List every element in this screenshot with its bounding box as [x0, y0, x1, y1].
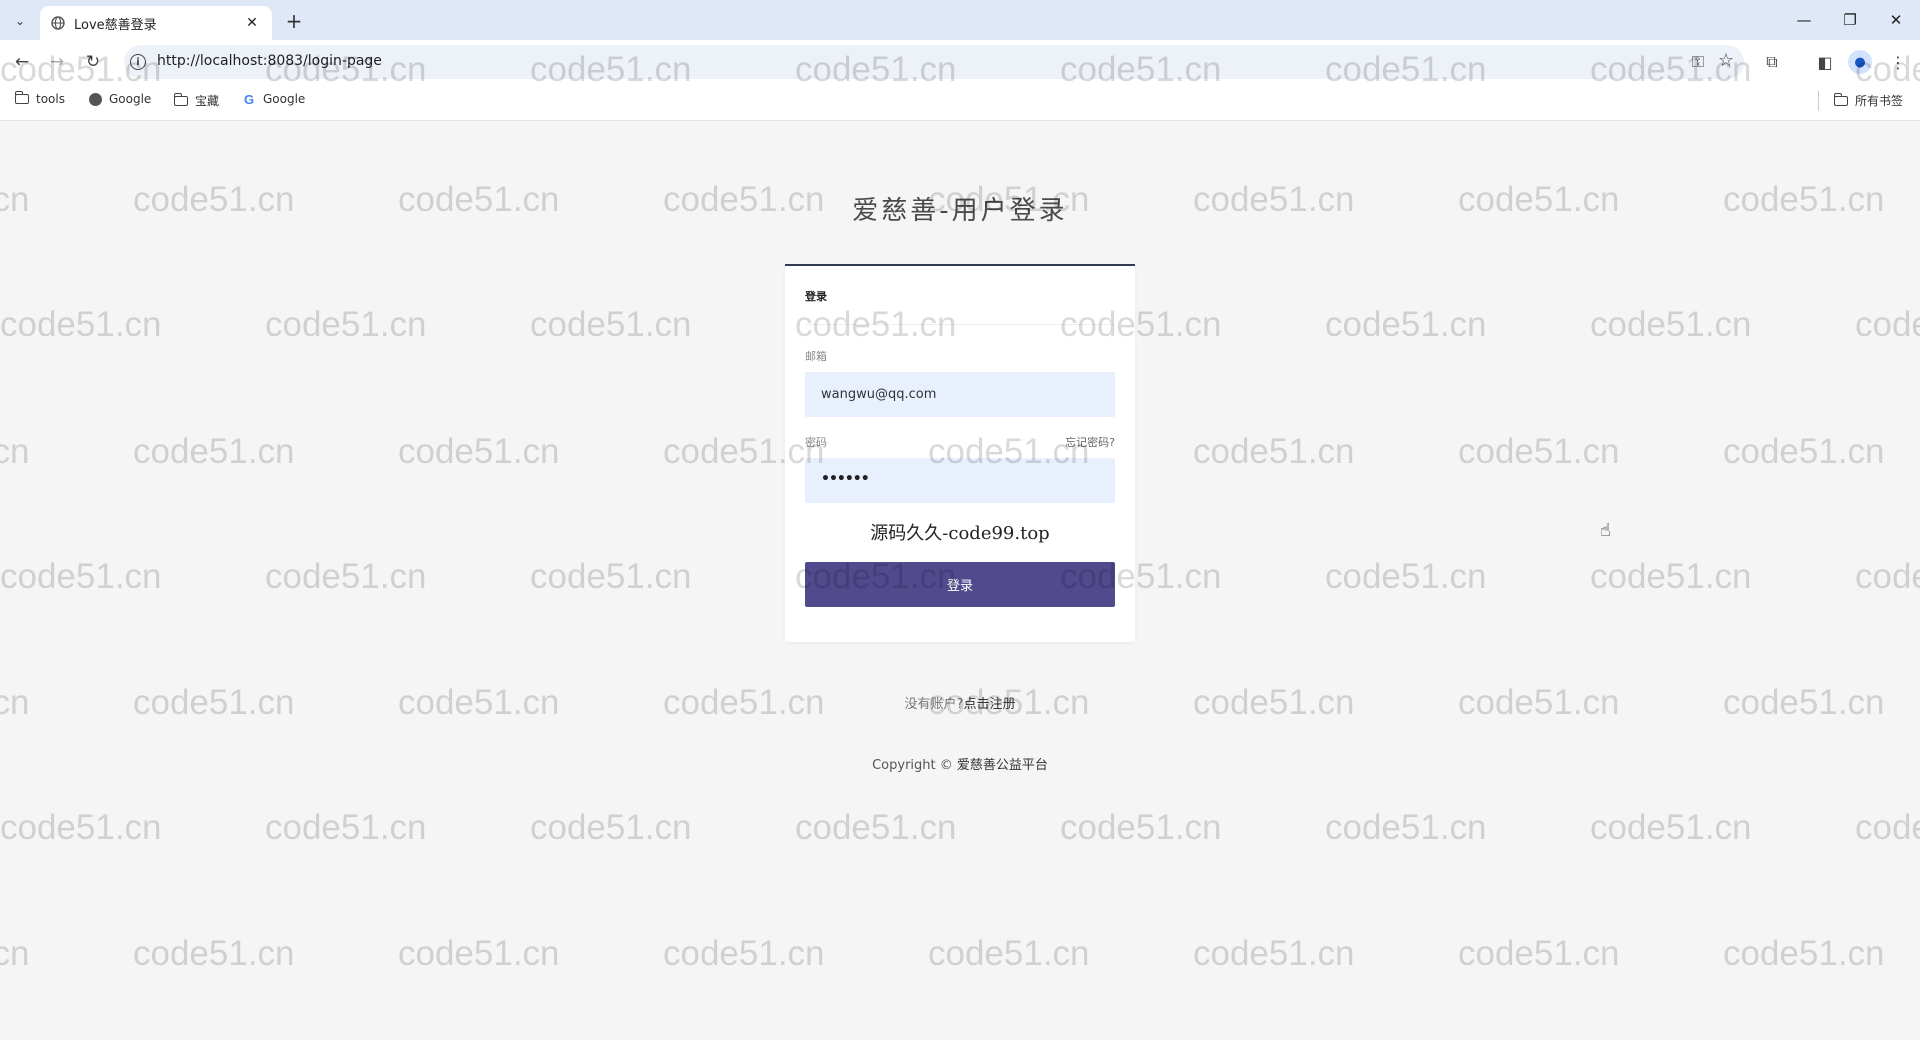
- watermark-text: code51.cn: [530, 305, 692, 344]
- bookmark-google[interactable]: Google: [87, 92, 151, 106]
- password-key-icon[interactable]: ⚿: [1692, 52, 1704, 72]
- extensions-icon[interactable]: ⧉: [1760, 50, 1784, 74]
- login-button[interactable]: 登录: [805, 562, 1115, 607]
- watermark-text: code51.cn: [1193, 432, 1355, 471]
- watermark-text: code51.cn: [1590, 305, 1752, 344]
- folder-icon: [1833, 92, 1849, 108]
- watermark-text: code51.cn: [0, 432, 30, 471]
- all-bookmarks-label: 所有书签: [1855, 94, 1904, 108]
- watermark-text: code51.cn: [928, 934, 1090, 973]
- browser-tab[interactable]: Love慈善登录 ✕: [40, 6, 272, 40]
- back-icon[interactable]: ←: [9, 49, 35, 75]
- watermark-text: code51.cn: [530, 808, 692, 847]
- folder-icon: [14, 91, 30, 106]
- folder-icon: [173, 92, 189, 108]
- password-mask: ••••••: [821, 471, 870, 487]
- watermark-text: code51.cn: [0, 305, 162, 344]
- restore-icon[interactable]: ❐: [1828, 0, 1872, 40]
- watermark-text: code51.cn: [1193, 934, 1355, 973]
- watermark-text: code51.cn: [1855, 305, 1920, 344]
- watermark-text: code51.cn: [1590, 557, 1752, 596]
- bookmark-label: tools: [36, 92, 65, 106]
- watermark-text: code51.cn: [663, 934, 825, 973]
- copyright-prefix: Copyright ©: [872, 758, 953, 773]
- copyright: Copyright © 爱慈善公益平台: [0, 754, 1920, 773]
- watermark-text: code51.cn: [265, 305, 427, 344]
- watermark-text: code51.cn: [1325, 557, 1487, 596]
- card-header: 登录: [805, 290, 827, 303]
- copyright-org: 爱慈善公益平台: [956, 758, 1048, 773]
- watermark-text: code51.cn: [0, 808, 162, 847]
- url-text[interactable]: http://localhost:8083/login-page: [157, 53, 382, 69]
- browser-tab-bar: ⌄ Love慈善登录 ✕ + — ❐ ✕: [0, 0, 1920, 40]
- all-bookmarks[interactable]: 所有书签: [1833, 92, 1903, 109]
- watermark-text: code51.cn: [1855, 557, 1920, 596]
- hand-cursor-icon: ☝: [1600, 520, 1611, 541]
- address-bar[interactable]: i http://localhost:8083/login-page ⚿ ☆: [124, 45, 1744, 79]
- watermark-text: code51.cn: [1723, 432, 1885, 471]
- watermark-text: code51.cn: [530, 557, 692, 596]
- page-title: 爱慈善-用户登录: [852, 196, 1068, 226]
- watermark-text: code51.cn: [795, 808, 957, 847]
- register-link[interactable]: 点击注册: [963, 697, 1015, 712]
- close-window-icon[interactable]: ✕: [1874, 0, 1918, 40]
- bookmark-label: Google: [109, 92, 152, 106]
- watermark-text: code51.cn: [265, 557, 427, 596]
- watermark-text: code51.cn: [1458, 934, 1620, 973]
- forward-icon[interactable]: →: [44, 49, 70, 75]
- watermark-text: code51.cn: [398, 432, 560, 471]
- bookmark-label: 宝藏: [195, 94, 220, 108]
- close-tab-icon[interactable]: ✕: [242, 13, 262, 33]
- watermark-text: code51.cn: [0, 557, 162, 596]
- bookmark-tools[interactable]: tools: [14, 91, 65, 106]
- watermark-text: code51.cn: [1855, 808, 1920, 847]
- bookmark-star-icon[interactable]: ☆: [1718, 50, 1734, 71]
- watermark-text: code51.cn: [265, 808, 427, 847]
- watermark-text: code51.cn: [1723, 934, 1885, 973]
- new-tab-icon[interactable]: +: [282, 9, 306, 33]
- menu-kebab-icon[interactable]: ⋮: [1886, 50, 1910, 74]
- browser-toolbar: ← → ↻ i http://localhost:8083/login-page…: [0, 40, 1920, 82]
- watermark-text: code51.cn: [133, 934, 295, 973]
- brand-line: 源码久久-code99.top: [870, 523, 1050, 544]
- watermark-text: code51.cn: [0, 934, 30, 973]
- watermark-text: code51.cn: [398, 934, 560, 973]
- email-label: 邮箱: [805, 350, 827, 363]
- side-panel-icon[interactable]: ◧: [1813, 50, 1837, 74]
- profile-avatar-icon[interactable]: ●: [1848, 50, 1872, 74]
- reload-icon[interactable]: ↻: [80, 49, 106, 75]
- login-card: 登录 邮箱 密码 忘记密码? •••••• 源码久久-code99.top 登录: [785, 264, 1135, 642]
- google-g-icon: G: [243, 91, 255, 107]
- globe-icon: [87, 92, 103, 106]
- forgot-password-link[interactable]: 忘记密码?: [1065, 434, 1115, 450]
- bookmark-google-2[interactable]: G Google: [241, 91, 306, 107]
- card-divider: [805, 324, 1115, 325]
- watermark-text: code51.cn: [1060, 808, 1222, 847]
- email-field[interactable]: [805, 372, 1115, 417]
- no-account-text: 没有账户?: [904, 697, 964, 712]
- bookmark-treasure[interactable]: 宝藏: [173, 92, 219, 109]
- watermark-text: code51.cn: [1325, 305, 1487, 344]
- minimize-icon[interactable]: —: [1782, 0, 1826, 40]
- watermark-text: code51.cn: [1325, 808, 1487, 847]
- bookmarks-divider: [1818, 91, 1819, 111]
- site-info-icon[interactable]: i: [130, 54, 146, 70]
- tab-search-chevron-icon[interactable]: ⌄: [8, 9, 32, 33]
- bookmark-label: Google: [263, 92, 306, 106]
- bookmarks-bar: tools Google 宝藏 G Google 所有书签: [0, 82, 1920, 121]
- tab-title: Love慈善登录: [74, 17, 157, 33]
- watermark-text: code51.cn: [1458, 432, 1620, 471]
- password-label: 密码: [805, 436, 827, 449]
- watermark-text: code51.cn: [1590, 808, 1752, 847]
- globe-icon: [50, 15, 66, 31]
- signup-line: 没有账户?点击注册: [0, 693, 1920, 712]
- watermark-text: code51.cn: [133, 432, 295, 471]
